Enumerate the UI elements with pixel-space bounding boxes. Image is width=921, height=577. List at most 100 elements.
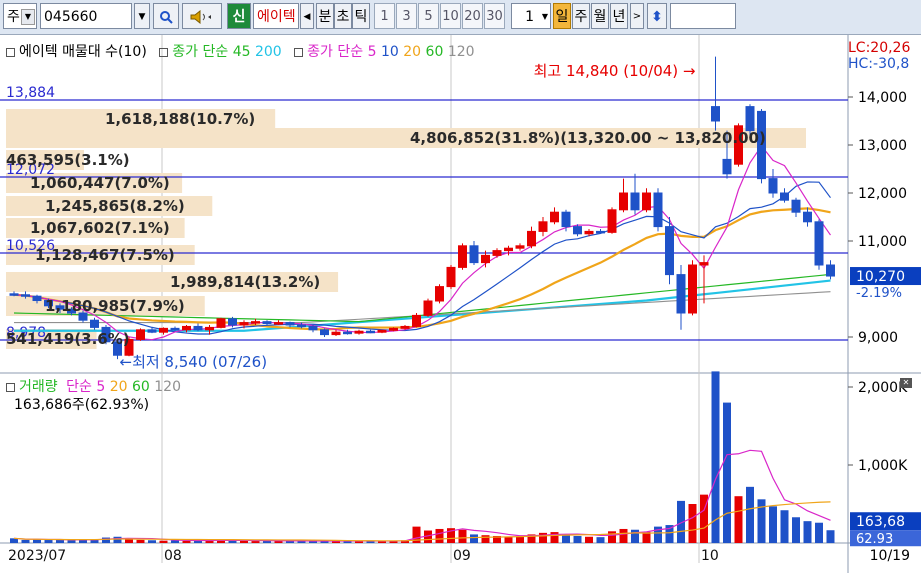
candle-body (423, 300, 433, 316)
ma45-label: 45 (232, 44, 251, 60)
volume-bar (803, 521, 812, 543)
volume-ma-label: 단순 (66, 379, 92, 395)
candle-body (527, 230, 536, 247)
y-axis-label: 9,000 (858, 330, 898, 346)
period-second-button[interactable]: 초 (334, 3, 352, 29)
candle-body (366, 330, 375, 334)
current-change-label: -2.19% (856, 286, 902, 301)
y-axis-label: 13,000 (858, 138, 907, 154)
caret-left-icon: ◀ (303, 12, 311, 22)
candle-body (21, 294, 30, 297)
candle-body (147, 329, 157, 333)
candle-body (469, 245, 479, 264)
prev-arrow-button[interactable]: ◀ (300, 3, 314, 29)
ma200-label: 200 (254, 44, 282, 60)
interval-select-value: 1 (525, 9, 534, 25)
range-week-button[interactable]: 주 (572, 3, 590, 29)
sound-button[interactable] (182, 3, 222, 29)
candle-body (515, 245, 525, 249)
market-select-value: 주 (7, 9, 20, 25)
vol-ma60-label: 60 (131, 379, 150, 395)
candle-body (377, 329, 387, 333)
chart-area[interactable]: 2023/07 08 09 10 10/19 14,000 13,000 12,000 11,0… (0, 35, 921, 573)
interval-30-button[interactable]: 30 (484, 3, 505, 29)
candle-body (791, 199, 801, 213)
volume-bar (608, 531, 616, 543)
legend-square-icon (159, 47, 169, 57)
range-month-button[interactable]: 월 (591, 3, 609, 29)
volume-bar (631, 529, 639, 543)
candle-body (722, 158, 732, 175)
volume-bar (516, 536, 524, 543)
volume-profile-label: 4,806,852(31.8%)(13,320.00 ~ 13,820.00) (410, 129, 766, 147)
candle-body (573, 226, 582, 235)
y-axis-label: 11,000 (858, 234, 907, 250)
code-dropdown-button[interactable]: ▼ (134, 3, 150, 29)
volume-bar (769, 506, 777, 543)
interval-3-button[interactable]: 3 (396, 3, 417, 29)
volume-profile-label: 463,595(3.1%) (6, 151, 130, 169)
volume-profile-label: 1,060,447(7.0%) (30, 174, 170, 192)
candle-body (205, 326, 214, 331)
candle-body (665, 226, 674, 276)
blank-input[interactable] (670, 3, 736, 29)
period-minute-button[interactable]: 분 (316, 3, 334, 29)
candle-body (780, 192, 789, 201)
candle-body (320, 329, 329, 336)
ma-group2-label: 종가 단순 (307, 44, 364, 60)
volume-bar (56, 539, 64, 543)
volume-profile-label: 1,618,188(10.7%) (105, 110, 255, 128)
search-button[interactable] (153, 3, 179, 29)
panel-close-icon[interactable]: ✕ (900, 378, 912, 388)
market-select[interactable]: 주 ▼ (3, 3, 37, 29)
interval-5-button[interactable]: 5 (418, 3, 439, 29)
volume-bar (688, 504, 697, 543)
x-axis-last-date: 10/19 (870, 548, 910, 564)
candle-body (584, 230, 594, 235)
interval-select[interactable]: 1 ▼ (511, 3, 551, 29)
stock-code-input[interactable]: 045660 (40, 3, 132, 29)
volume-bar (240, 540, 248, 543)
current-volume-label: 163,68 (856, 514, 905, 530)
candle-body (90, 319, 99, 328)
candle-body (400, 325, 410, 329)
volume-profile-label: 541,419(3.6%) (6, 330, 130, 348)
period-tick-button[interactable]: 틱 (352, 3, 370, 29)
legend-square-icon (294, 47, 304, 57)
volume-legend-title: 거래량 (19, 379, 58, 395)
volume-bar (711, 371, 720, 543)
candle-body (814, 221, 824, 266)
volume-bar (21, 539, 30, 543)
stock-chart-svg[interactable]: 2023/07 08 09 10 10/19 14,000 13,000 12,000 11,0… (0, 35, 921, 573)
stock-name-field: 에이텍 (253, 3, 299, 29)
candle-body (630, 192, 640, 211)
candle-body (803, 211, 812, 223)
candle-body (561, 211, 571, 228)
next-arrow-button[interactable]: > (630, 3, 644, 29)
candle-body (412, 314, 421, 327)
volume-bar (102, 537, 110, 543)
chevron-down-icon[interactable]: ▼ (21, 9, 35, 25)
candle-body (251, 321, 260, 324)
volume-bar (723, 402, 731, 543)
interval-20-button[interactable]: 20 (462, 3, 483, 29)
interval-10-button[interactable]: 10 (440, 3, 461, 29)
ma-group1-label: 종가 단순 (172, 44, 229, 60)
candle-body (596, 230, 605, 234)
stock-code-value: 045660 (44, 9, 98, 25)
candle-body (274, 322, 283, 325)
volume-bar (136, 539, 145, 543)
interval-1-button[interactable]: 1 (374, 3, 395, 29)
y-axis-label: 12,000 (858, 186, 907, 202)
updown-button[interactable]: ⬍ (647, 3, 667, 29)
volume-bar (504, 536, 513, 543)
candle-body (538, 221, 548, 232)
candle-body (768, 178, 778, 194)
vol-ma5-label: 5 (96, 379, 106, 395)
volume-axis-label: 1,000K (858, 458, 908, 474)
range-year-button[interactable]: 년 (610, 3, 628, 29)
range-day-button[interactable]: 일 (553, 3, 571, 29)
new-listing-button[interactable]: 신 (227, 3, 251, 29)
candle-body (136, 329, 145, 340)
caret-right-icon: > (632, 11, 642, 22)
